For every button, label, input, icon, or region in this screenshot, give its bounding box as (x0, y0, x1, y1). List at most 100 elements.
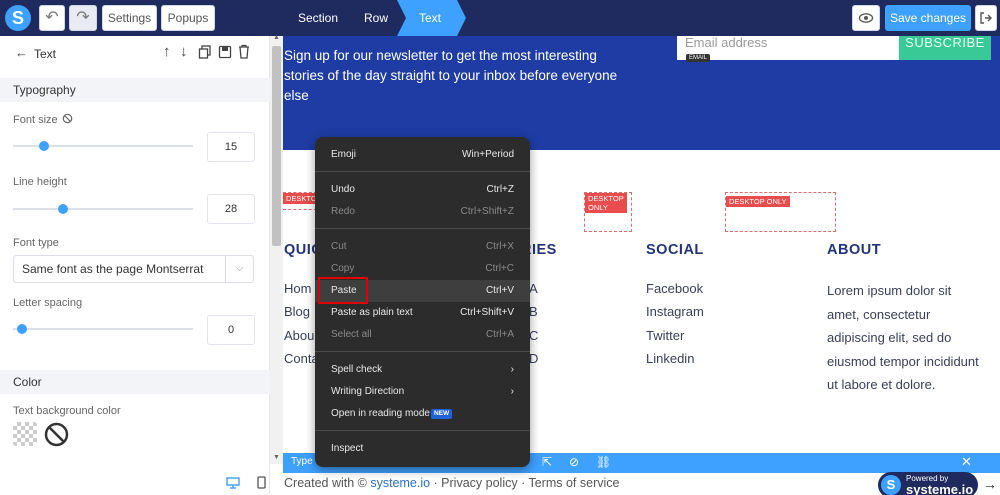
color-section-header[interactable]: Color (0, 370, 270, 394)
newsletter-section[interactable]: Sign up for our newsletter to get the mo… (283, 36, 1000, 150)
move-down-icon[interactable]: ↓ (180, 43, 188, 60)
menu-item-shortcut: Ctrl+A (485, 329, 514, 340)
breadcrumb-section[interactable]: Section (298, 0, 338, 36)
category-item[interactable]: B (529, 304, 538, 319)
line-height-slider-knob[interactable] (58, 204, 69, 214)
menu-item-shortcut: Ctrl+Shift+V (460, 307, 514, 318)
social-link-linkedin[interactable]: Linkedin (646, 351, 694, 366)
sidebar-scroll-thumb[interactable] (272, 46, 281, 246)
copy-icon[interactable] (198, 45, 212, 59)
save-changes-button[interactable]: Save changes (885, 5, 971, 31)
sidebar-header: ← Text ↑ ↓ (0, 36, 270, 72)
desktop-only-tag-label: DESKTOP ONLY (726, 196, 790, 207)
category-item[interactable]: C (529, 328, 538, 343)
menu-item-shortcut: Win+Period (462, 149, 514, 160)
letter-spacing-slider[interactable] (13, 328, 193, 330)
email-field-badge: EMAIL (686, 54, 711, 62)
powered-by-badge[interactable]: S Powered by systeme.io (878, 472, 978, 495)
arrow-right-icon[interactable]: → (983, 476, 997, 492)
quick-link-item[interactable]: Hom (284, 281, 311, 296)
back-arrow-icon[interactable]: ← (15, 45, 28, 60)
eye-icon (858, 13, 874, 23)
letter-spacing-input[interactable]: 0 (207, 315, 255, 345)
exit-button[interactable] (975, 5, 997, 31)
menu-item-inspect[interactable]: Inspect (315, 438, 530, 460)
menu-item-label: Select all (331, 329, 372, 340)
redo-icon: ↷ (76, 9, 90, 26)
close-icon[interactable]: ✕ (961, 454, 972, 470)
scroll-up-icon[interactable]: ▲ (273, 34, 280, 41)
subscribe-button[interactable]: SUBSCRIBE (899, 36, 991, 60)
category-item[interactable]: D (529, 351, 538, 366)
category-item[interactable]: A (529, 281, 538, 296)
footer-links[interactable]: · Privacy policy · Terms of service (430, 476, 620, 490)
menu-item-writing-direction[interactable]: Writing Direction › (315, 381, 530, 403)
save-template-icon[interactable] (218, 45, 232, 59)
menu-item-spell-check[interactable]: Spell check › (315, 359, 530, 381)
line-height-slider[interactable] (13, 208, 193, 210)
chevron-right-icon: › (510, 386, 514, 397)
popups-button[interactable]: Popups (161, 5, 215, 31)
systeme-logo-icon: S (881, 475, 901, 495)
desktop-only-tag: DESKTO (283, 192, 317, 210)
menu-item-label: Writing Direction (331, 386, 405, 397)
settings-button[interactable]: Settings (102, 5, 157, 31)
social-link-facebook[interactable]: Facebook (646, 281, 703, 296)
menu-item-reading-mode[interactable]: Open in reading mode NEW (315, 403, 530, 425)
quick-link-item[interactable]: Abou (284, 328, 314, 343)
menu-item-shortcut: Ctrl+Z (486, 184, 515, 195)
preview-button[interactable] (852, 5, 880, 31)
breadcrumb-row[interactable]: Row (364, 0, 388, 36)
powered-by-brand: systeme.io (906, 482, 974, 495)
footer-systeme-link[interactable]: systeme.io (370, 476, 430, 490)
quick-link-item[interactable]: Conta (284, 351, 319, 366)
trash-icon[interactable] (237, 44, 251, 59)
sidebar-scrollbar[interactable]: ▲ ▼ (270, 34, 283, 464)
unlink-icon[interactable]: ⛓ (596, 455, 611, 469)
email-input[interactable]: Email address (677, 36, 899, 60)
breadcrumb-text[interactable]: Text (397, 0, 466, 36)
undo-button[interactable]: ↶ (39, 5, 65, 31)
menu-item-redo[interactable]: Redo Ctrl+Shift+Z (315, 201, 530, 223)
transparent-swatch[interactable] (13, 422, 37, 446)
redo-button[interactable]: ↷ (69, 5, 97, 31)
block-icon[interactable]: ⊘ (569, 455, 579, 469)
typography-section-header[interactable]: Typography (0, 78, 270, 102)
font-type-label: Font type (13, 237, 59, 249)
menu-divider (315, 228, 530, 229)
font-size-label: Font size (13, 114, 58, 126)
chevron-down-icon: ⌵ (225, 256, 253, 282)
about-text[interactable]: Lorem ipsum dolor sit amet, consectetur … (827, 279, 987, 397)
scroll-down-icon[interactable]: ▼ (273, 454, 280, 461)
no-color-icon[interactable] (44, 422, 69, 447)
font-size-input[interactable]: 15 (207, 132, 255, 162)
breadcrumb-text-label: Text (418, 11, 441, 25)
newsletter-text[interactable]: Sign up for our newsletter to get the mo… (284, 46, 634, 106)
letter-spacing-slider-knob[interactable] (17, 324, 27, 334)
sidebar-title: Text (34, 47, 57, 61)
logout-icon (980, 12, 992, 24)
desktop-view-icon[interactable] (226, 477, 240, 489)
move-up-icon[interactable]: ↑ (163, 43, 171, 60)
menu-item-label: Emoji (331, 149, 357, 160)
menu-item-label: Cut (331, 241, 347, 252)
desktop-only-tag: DESKTOP ONLY (725, 192, 836, 232)
menu-item-select-all[interactable]: Select all Ctrl+A (315, 324, 530, 346)
menu-item-cut[interactable]: Cut Ctrl+X (315, 236, 530, 258)
desktop-only-tag-label: DESKTO (283, 193, 316, 204)
menu-item-label: Redo (331, 206, 355, 217)
quick-link-item[interactable]: Blog (284, 304, 310, 319)
mobile-view-icon[interactable] (257, 476, 266, 489)
menu-item-paste-plain[interactable]: Paste as plain text Ctrl+Shift+V (315, 302, 530, 324)
menu-item-undo[interactable]: Undo Ctrl+Z (315, 179, 530, 201)
desktop-only-tag-label: DESKTOP ONLY (585, 193, 627, 213)
font-type-select[interactable]: Same font as the page Montserrat ⌵ (13, 255, 254, 283)
reset-icon[interactable] (62, 113, 73, 124)
social-link-instagram[interactable]: Instagram (646, 304, 704, 319)
font-size-slider-knob[interactable] (38, 141, 49, 151)
menu-item-emoji[interactable]: Emoji Win+Period (315, 144, 530, 166)
menu-divider (315, 171, 530, 172)
external-link-icon[interactable]: ⇱ (542, 455, 552, 469)
social-link-twitter[interactable]: Twitter (646, 328, 684, 343)
line-height-input[interactable]: 28 (207, 194, 255, 224)
